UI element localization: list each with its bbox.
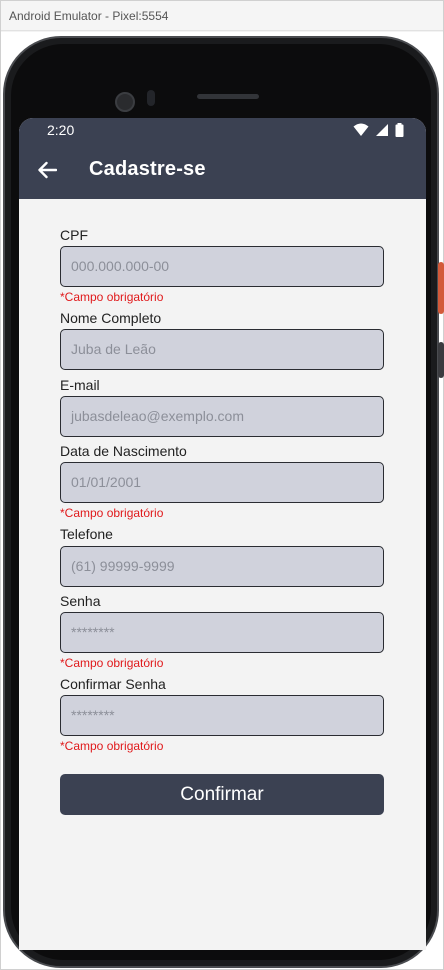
email-label: E-mail	[60, 377, 100, 393]
arrow-left-icon	[38, 161, 57, 179]
email-input[interactable]: jubasdeleao@exemplo.com	[60, 396, 384, 437]
password-error: *Campo obrigatório	[60, 656, 164, 670]
emulator-window: Android Emulator - Pixel:5554 2:20 Cadas…	[0, 0, 444, 970]
confirm-password-label: Confirmar Senha	[60, 676, 166, 692]
birthdate-input[interactable]: 01/01/2001	[60, 462, 384, 503]
front-camera-icon	[115, 92, 135, 112]
speaker-grille	[197, 94, 259, 99]
sensor-icon	[147, 90, 155, 106]
status-icons	[351, 123, 404, 137]
status-bar: 2:20	[19, 118, 426, 142]
confirm-password-error: *Campo obrigatório	[60, 739, 164, 753]
birthdate-label: Data de Nascimento	[60, 443, 187, 459]
full-name-input[interactable]: Juba de Leão	[60, 329, 384, 370]
page-title: Cadastre-se	[89, 158, 206, 180]
wifi-icon	[353, 123, 369, 136]
password-input[interactable]: ********	[60, 612, 384, 653]
confirm-button[interactable]: Confirmar	[60, 774, 384, 815]
power-button[interactable]	[438, 342, 444, 378]
cpf-error: *Campo obrigatório	[60, 290, 164, 304]
cpf-label: CPF	[60, 227, 88, 243]
device-area: 2:20 Cadastre-se CPF 000.000.000-00 *Cam…	[1, 32, 444, 969]
full-name-label: Nome Completo	[60, 310, 162, 326]
password-label: Senha	[60, 593, 101, 609]
back-button[interactable]	[33, 156, 61, 184]
phone-label: Telefone	[60, 526, 113, 542]
phone-input[interactable]: (61) 99999-9999	[60, 546, 384, 587]
battery-icon	[395, 123, 404, 137]
status-time: 2:20	[47, 122, 75, 138]
window-title: Android Emulator - Pixel:5554	[1, 1, 443, 31]
birthdate-error: *Campo obrigatório	[60, 506, 164, 520]
volume-button[interactable]	[438, 262, 444, 314]
signal-icon	[376, 124, 389, 136]
app-bar: Cadastre-se	[19, 142, 426, 199]
confirm-password-input[interactable]: ********	[60, 695, 384, 736]
cpf-input[interactable]: 000.000.000-00	[60, 246, 384, 287]
app-screen: 2:20 Cadastre-se CPF 000.000.000-00 *Cam…	[19, 118, 426, 950]
